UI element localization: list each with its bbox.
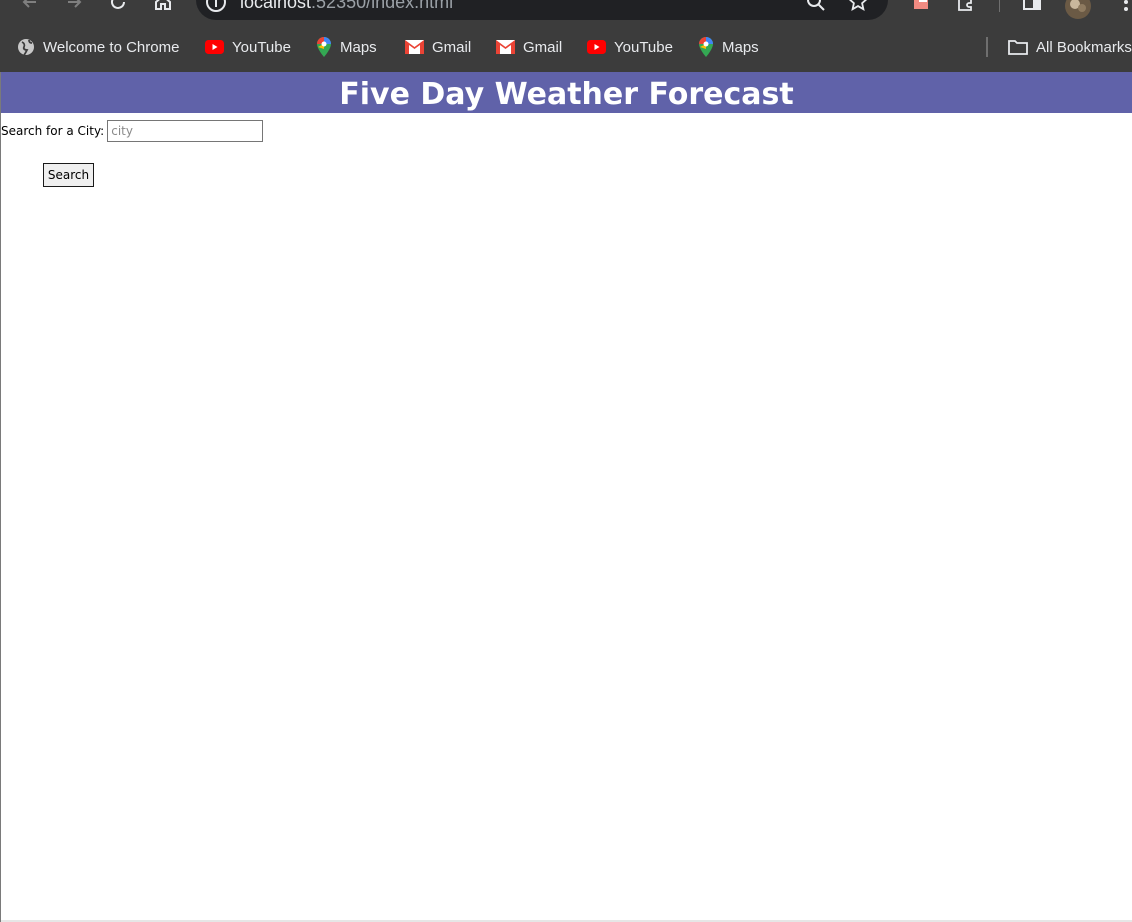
zoom-icon[interactable] bbox=[804, 0, 828, 14]
youtube-icon bbox=[587, 40, 606, 54]
city-search-input[interactable] bbox=[107, 120, 264, 142]
menu-icon[interactable] bbox=[1114, 0, 1132, 14]
globe-icon bbox=[18, 39, 34, 56]
search-label: Search for a City: bbox=[1, 124, 105, 138]
extension-icon[interactable] bbox=[910, 0, 934, 14]
side-panel-icon[interactable] bbox=[1020, 0, 1044, 14]
bookmark-star-icon[interactable] bbox=[846, 0, 870, 14]
bookmark-label: Gmail bbox=[523, 38, 563, 56]
bookmark-label: YouTube bbox=[232, 38, 291, 56]
reload-icon[interactable] bbox=[106, 0, 130, 14]
gmail-icon bbox=[496, 40, 515, 54]
page-viewport: Five Day Weather Forecast Search for a C… bbox=[0, 72, 1132, 922]
forward-icon[interactable] bbox=[62, 0, 86, 14]
youtube-icon bbox=[205, 40, 224, 54]
bookmark-maps-2[interactable]: Maps bbox=[698, 36, 759, 58]
profile-avatar[interactable] bbox=[1064, 0, 1092, 20]
url-path: :52350/index.html bbox=[311, 0, 454, 12]
bookmarks-divider bbox=[986, 37, 988, 57]
bookmark-label: Gmail bbox=[432, 38, 472, 56]
bookmark-welcome-to-chrome[interactable]: Welcome to Chrome bbox=[17, 36, 179, 58]
bookmark-youtube[interactable]: YouTube bbox=[205, 36, 291, 58]
bookmark-label: YouTube bbox=[614, 38, 673, 56]
search-button[interactable]: Search bbox=[43, 163, 94, 187]
all-bookmarks-label: All Bookmarks bbox=[1036, 38, 1132, 56]
bookmark-label: Maps bbox=[722, 38, 759, 56]
bookmarks-bar: Welcome to Chrome YouTube Maps Gmail Gma… bbox=[0, 24, 1132, 72]
address-bar[interactable]: localhost:52350/index.html bbox=[196, 0, 888, 20]
all-bookmarks-button[interactable]: All Bookmarks bbox=[1008, 36, 1132, 58]
bookmark-youtube-2[interactable]: YouTube bbox=[587, 36, 673, 58]
bookmark-label: Welcome to Chrome bbox=[43, 38, 180, 56]
home-icon[interactable] bbox=[151, 0, 175, 14]
toolbar-divider bbox=[999, 0, 1000, 12]
maps-icon bbox=[699, 37, 713, 57]
back-icon[interactable] bbox=[18, 0, 42, 14]
bookmark-maps[interactable]: Maps bbox=[316, 36, 377, 58]
url-text: localhost:52350/index.html bbox=[240, 0, 453, 13]
browser-window: localhost:52350/index.html Welcome to Ch… bbox=[0, 0, 1132, 922]
site-info-icon[interactable] bbox=[204, 0, 228, 14]
page-title: Five Day Weather Forecast bbox=[1, 72, 1132, 113]
bookmark-gmail-2[interactable]: Gmail bbox=[496, 36, 562, 58]
folder-icon bbox=[1008, 40, 1028, 55]
extensions-puzzle-icon[interactable] bbox=[954, 0, 978, 14]
gmail-icon bbox=[405, 40, 424, 54]
maps-icon bbox=[317, 37, 331, 57]
url-host: localhost bbox=[240, 0, 312, 12]
browser-toolbar: localhost:52350/index.html bbox=[0, 0, 1132, 24]
search-form: Search for a City: bbox=[1, 120, 264, 142]
bookmark-label: Maps bbox=[340, 38, 377, 56]
bookmark-gmail[interactable]: Gmail bbox=[405, 36, 471, 58]
